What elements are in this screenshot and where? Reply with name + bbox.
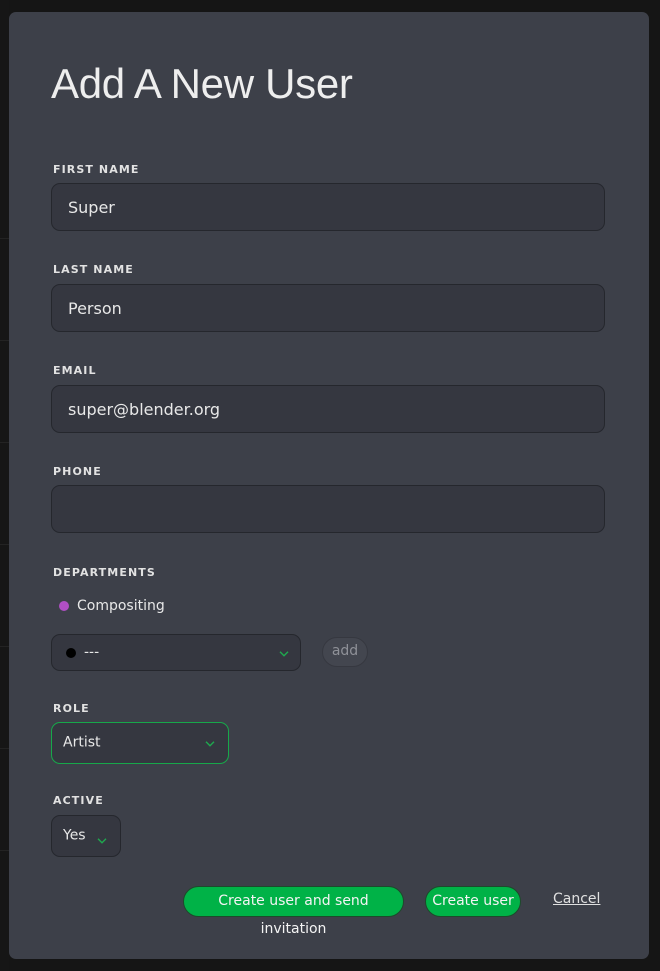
add-department-button[interactable]: add xyxy=(322,637,368,667)
departments-label: DEPARTMENTS xyxy=(53,566,156,579)
phone-label: PHONE xyxy=(53,465,102,478)
first-name-label: FIRST NAME xyxy=(53,163,140,176)
last-name-input[interactable] xyxy=(51,284,605,332)
chevron-down-icon xyxy=(205,741,215,747)
background-divider xyxy=(0,850,9,851)
department-item: Compositing xyxy=(59,598,165,614)
background-divider xyxy=(0,544,9,545)
phone-input[interactable] xyxy=(51,485,605,533)
chevron-down-icon xyxy=(97,838,107,844)
department-select[interactable]: --- xyxy=(51,634,301,671)
background-divider xyxy=(0,748,9,749)
active-select-value: Yes xyxy=(63,827,86,844)
first-name-input[interactable] xyxy=(51,183,605,231)
add-user-dialog: Add A New User FIRST NAME LAST NAME EMAI… xyxy=(9,12,649,959)
role-select[interactable]: Artist xyxy=(51,722,229,764)
dialog-title: Add A New User xyxy=(51,60,353,107)
last-name-label: LAST NAME xyxy=(53,263,134,276)
department-select-value: --- xyxy=(84,644,100,661)
background-divider xyxy=(0,340,9,341)
create-user-and-invite-button[interactable]: Create user and send invitation xyxy=(183,886,404,937)
background-page xyxy=(0,0,9,971)
background-divider xyxy=(0,238,9,239)
role-select-value: Artist xyxy=(63,734,101,751)
department-select-dot-icon xyxy=(66,648,76,658)
cancel-link[interactable]: Cancel xyxy=(553,891,600,907)
email-label: EMAIL xyxy=(53,364,97,377)
role-label: ROLE xyxy=(53,702,90,715)
create-user-button[interactable]: Create user xyxy=(425,886,521,917)
background-divider xyxy=(0,442,9,443)
chevron-down-icon xyxy=(279,650,289,657)
background-divider xyxy=(0,646,9,647)
active-select[interactable]: Yes xyxy=(51,815,121,857)
department-color-dot-icon xyxy=(59,601,69,611)
email-input[interactable] xyxy=(51,385,605,433)
active-label: ACTIVE xyxy=(53,794,104,807)
department-name: Compositing xyxy=(77,598,165,614)
